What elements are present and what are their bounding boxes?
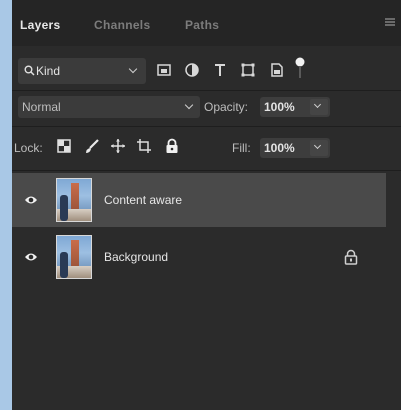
blend-mode-select[interactable]: Normal — [18, 96, 200, 118]
adjustment-filter-icon[interactable] — [184, 62, 200, 78]
layer-thumbnail — [56, 178, 92, 222]
fill-value: 100% — [264, 141, 295, 155]
search-icon — [24, 65, 35, 76]
smart-object-filter-icon[interactable] — [269, 62, 285, 78]
fill-field[interactable]: 100% — [260, 138, 330, 158]
shape-filter-icon[interactable] — [240, 62, 256, 78]
chevron-down-icon — [313, 141, 322, 150]
layer-thumbnail — [56, 235, 92, 279]
pixel-filter-icon[interactable] — [156, 62, 172, 78]
panel-tab-bar: Layers Channels Paths — [12, 0, 401, 46]
layers-panel: Layers Channels Paths Kind Normal Opacit… — [12, 0, 401, 410]
lock-label: Lock: — [14, 141, 43, 155]
layer-name[interactable]: Content aware — [104, 193, 182, 207]
lock-position-icon[interactable] — [110, 138, 126, 154]
type-filter-icon[interactable] — [212, 62, 228, 78]
layer-name[interactable]: Background — [104, 250, 168, 264]
filter-kind-select[interactable]: Kind — [18, 58, 146, 84]
separator — [12, 126, 401, 127]
tab-layers[interactable]: Layers — [20, 18, 61, 32]
lock-icon[interactable] — [344, 249, 358, 265]
eye-visibility-icon[interactable] — [24, 251, 38, 263]
lock-transparent-icon[interactable] — [56, 138, 72, 154]
fill-label: Fill: — [232, 141, 251, 155]
lock-artboard-icon[interactable] — [136, 138, 152, 154]
filter-kind-label: Kind — [36, 64, 61, 78]
tab-paths[interactable]: Paths — [185, 18, 219, 32]
lock-all-icon[interactable] — [164, 138, 180, 154]
panel-menu-icon[interactable] — [385, 18, 395, 26]
tab-channels[interactable]: Channels — [94, 18, 150, 32]
opacity-label: Opacity: — [204, 100, 249, 114]
chevron-down-icon — [184, 100, 194, 110]
lock-image-icon[interactable] — [84, 138, 100, 154]
separator — [12, 170, 401, 171]
filter-toggle-icon[interactable] — [294, 56, 306, 80]
layer-row-background[interactable]: Background — [12, 230, 386, 284]
blend-mode-value: Normal — [22, 100, 61, 114]
fill-dropdown-button[interactable] — [310, 140, 328, 156]
layer-row-content-aware[interactable]: Content aware — [12, 173, 386, 227]
chevron-down-icon — [128, 64, 138, 74]
chevron-down-icon — [313, 100, 322, 109]
opacity-field[interactable]: 100% — [260, 97, 330, 117]
opacity-value: 100% — [264, 100, 295, 114]
separator — [12, 90, 401, 91]
eye-visibility-icon[interactable] — [24, 194, 38, 206]
opacity-dropdown-button[interactable] — [310, 99, 328, 115]
